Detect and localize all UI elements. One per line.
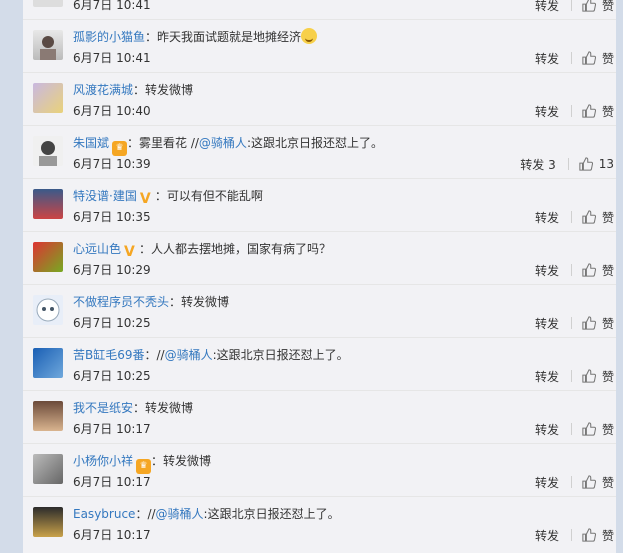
verified-badge-icon: V [139, 191, 151, 207]
comment-time: 6月7日 10:17 [73, 475, 151, 489]
comment-text: ：转发微博 [151, 454, 212, 468]
repost-button[interactable]: 转发 [535, 315, 559, 332]
avatar[interactable] [33, 242, 63, 272]
comment-time: 6月7日 10:39 [73, 157, 151, 171]
comment-text: ：// [135, 507, 156, 521]
comment-time: 6月7日 10:25 [73, 369, 151, 383]
repost-button[interactable]: 转发 [535, 474, 559, 491]
verified-badge-icon: V [124, 244, 135, 260]
user-name[interactable]: 小杨你小祥 [73, 454, 133, 468]
repost-button[interactable]: 转发 [535, 368, 559, 385]
like-button[interactable]: 赞 [602, 209, 614, 226]
comment-text-2: :这跟北京日报还怼上了。 [212, 348, 349, 362]
thumbs-up-icon[interactable] [582, 0, 596, 12]
user-name[interactable]: 苦B缸毛69番 [73, 348, 145, 362]
thumbs-up-icon[interactable] [582, 475, 596, 489]
repost-button[interactable]: 转发 3 [520, 156, 555, 173]
like-button[interactable]: 赞 [602, 0, 614, 14]
avatar[interactable] [33, 0, 63, 7]
comment-time: 6月7日 10:25 [73, 316, 151, 330]
avatar[interactable] [33, 348, 63, 378]
list-item: 苦B缸毛69番：//@骑桶人:这跟北京日报还怼上了。 6月7日 10:25 转发… [23, 338, 616, 391]
avatar[interactable] [33, 136, 63, 166]
user-name[interactable]: 风渡花满城 [73, 83, 133, 97]
list-item: 风渡花满城：转发微博 6月7日 10:40 转发 赞 [23, 73, 616, 126]
comment-text: ：可以有但不能乱啊 [154, 189, 263, 203]
comment-time: 6月7日 10:29 [73, 263, 151, 277]
comment-text: ：雾里看花 // [127, 136, 199, 150]
comment-list: 6月7日 10:41 转发 赞 孤影的小猫鱼：昨天我面试题就是地摊经济 6月7日… [23, 0, 616, 553]
thumbs-up-icon[interactable] [582, 316, 596, 330]
repost-button[interactable]: 转发 [535, 50, 559, 67]
thumbs-up-icon[interactable] [582, 210, 596, 224]
like-button[interactable]: 赞 [602, 474, 614, 491]
comment-text: ：人人都去摆地摊，国家有病了吗？ [139, 242, 332, 256]
comment-time: 6月7日 10:17 [73, 422, 151, 436]
list-item: 孤影的小猫鱼：昨天我面试题就是地摊经济 6月7日 10:41 转发 赞 [23, 20, 616, 73]
list-item: 6月7日 10:41 转发 赞 [23, 0, 616, 20]
list-item: 心远山色 V ：人人都去摆地摊，国家有病了吗？ 6月7日 10:29 转发 赞 [23, 232, 616, 285]
avatar[interactable] [33, 83, 63, 113]
thumbs-up-icon[interactable] [582, 51, 596, 65]
thumbs-up-icon[interactable] [582, 263, 596, 277]
list-item: Easybruce：//@骑桶人:这跟北京日报还怼上了。 6月7日 10:17 … [23, 497, 616, 550]
avatar[interactable] [33, 295, 63, 325]
user-name[interactable]: 不做程序员不秃头 [73, 295, 169, 309]
list-item: 特没谱·建国 V ：可以有但不能乱啊 6月7日 10:35 转发 赞 [23, 179, 616, 232]
user-name[interactable]: 孤影的小猫鱼 [73, 30, 145, 44]
like-button[interactable]: 赞 [602, 103, 614, 120]
thumbs-up-icon[interactable] [582, 104, 596, 118]
repost-button[interactable]: 转发 [535, 103, 559, 120]
user-name[interactable]: 我不是纸安 [73, 401, 133, 415]
avatar[interactable] [33, 507, 63, 537]
like-button[interactable]: 赞 [602, 50, 614, 67]
comment-time: 6月7日 10:41 [73, 51, 151, 65]
user-name[interactable]: Easybruce [73, 507, 135, 521]
thumbs-up-icon[interactable] [582, 422, 596, 436]
member-badge-icon: ♛ [112, 141, 128, 156]
avatar[interactable] [33, 401, 63, 431]
mention-link[interactable]: @骑桶人 [165, 348, 213, 362]
thumbs-up-icon[interactable] [582, 369, 596, 383]
like-button[interactable]: 赞 [602, 315, 614, 332]
member-badge-icon: ♛ [136, 459, 152, 474]
list-item: 朱国斌 ♛ ：雾里看花 //@骑桶人:这跟北京日报还怼上了。 6月7日 10:39 … [23, 126, 616, 179]
laugh-emoji-icon [301, 28, 318, 44]
repost-button[interactable]: 转发 [535, 421, 559, 438]
list-item: 不做程序员不秃头：转发微博 6月7日 10:25 转发 赞 [23, 285, 616, 338]
mention-link[interactable]: @骑桶人 [156, 507, 204, 521]
comment-text-2: :这跟北京日报还怼上了。 [246, 136, 383, 150]
comment-time: 6月7日 10:40 [73, 104, 151, 118]
comment-time: 6月7日 10:17 [73, 528, 151, 542]
user-name[interactable]: 朱国斌 [73, 136, 109, 150]
comment-text: ：转发微博 [133, 401, 194, 415]
comment-text: ：// [144, 348, 165, 362]
like-button[interactable]: 赞 [602, 262, 614, 279]
like-button[interactable]: 赞 [602, 368, 614, 385]
repost-button[interactable]: 转发 [535, 262, 559, 279]
like-button[interactable]: 赞 [602, 527, 614, 544]
like-button[interactable]: 13 [599, 157, 614, 171]
thumbs-up-icon[interactable] [579, 157, 593, 171]
comment-time: 6月7日 10:35 [73, 210, 151, 224]
comment-time: 6月7日 10:41 [73, 0, 151, 12]
user-name[interactable]: 特没谱·建国 [73, 189, 137, 203]
avatar[interactable] [33, 189, 63, 219]
avatar[interactable] [33, 454, 63, 484]
like-button[interactable]: 赞 [602, 421, 614, 438]
comment-text: ：转发微博 [133, 83, 194, 97]
repost-button[interactable]: 转发 [535, 209, 559, 226]
repost-button[interactable]: 转发 [535, 0, 559, 14]
comment-text-2: :这跟北京日报还怼上了。 [203, 507, 340, 521]
comment-text: ：转发微博 [169, 295, 230, 309]
avatar[interactable] [33, 30, 63, 60]
thumbs-up-icon[interactable] [582, 528, 596, 542]
list-item: 我不是纸安：转发微博 6月7日 10:17 转发 赞 [23, 391, 616, 444]
comment-text: ：昨天我面试题就是地摊经济 [145, 30, 302, 44]
mention-link[interactable]: @骑桶人 [199, 136, 247, 150]
repost-button[interactable]: 转发 [535, 527, 559, 544]
list-item: 小杨你小祥 ♛ ：转发微博 6月7日 10:17 转发 赞 [23, 444, 616, 497]
user-name[interactable]: 心远山色 [73, 242, 121, 256]
